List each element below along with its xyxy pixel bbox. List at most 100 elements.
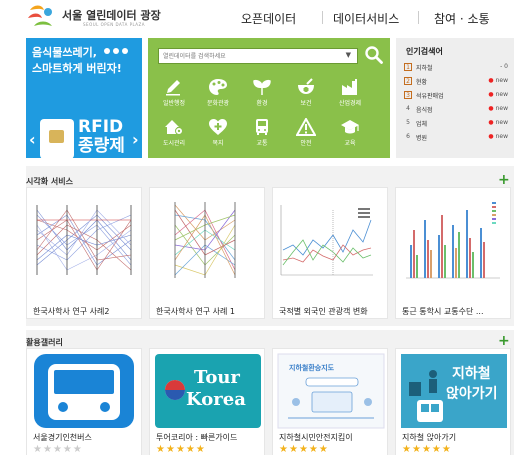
carousel-next-button[interactable]: › — [132, 130, 139, 149]
nav-participation[interactable]: 참여 · 소통 — [434, 10, 490, 27]
popular-search-item[interactable]: 2 현황 ● new — [404, 76, 508, 88]
visualization-section-title: 시각화 서비스 — [26, 177, 73, 186]
popular-search-status: new — [495, 105, 508, 112]
category-general-admin[interactable]: 일반행정 — [154, 78, 194, 114]
line-chart-thumbnail — [280, 205, 373, 276]
nav-open-data[interactable]: 오픈데이터 — [241, 10, 296, 27]
visualization-card-title: 한국사학사 연구 사례2 — [33, 307, 110, 316]
star-icon: ★ — [421, 444, 432, 455]
chevron-down-icon[interactable]: ▼ — [346, 51, 351, 59]
seoul-logo-icon — [28, 5, 52, 26]
promo-headline-2: 스마트하게 버린자! — [32, 62, 122, 75]
popular-search-status: new — [495, 119, 508, 126]
logo-title: 서울 열린데이터 광장 — [62, 9, 161, 22]
popular-search-term: 음식점 — [416, 107, 433, 114]
popular-search-item[interactable]: 6 병원 ● new — [404, 132, 508, 144]
visualization-card-title: 국적별 외국인 관광객 변화 — [279, 307, 368, 316]
site-logo[interactable]: 서울 열린데이터 광장 SEOUL OPEN DATA PLAZA — [26, 4, 166, 32]
gallery-app-card[interactable]: 지하철환승지도 지하철시민안전지킴이 ★★★★★ — [272, 348, 388, 455]
parallel-coordinates-thumbnail — [36, 205, 132, 275]
tour-korea-logo-text: Tour — [194, 367, 240, 388]
star-rating: ★★★★★ — [156, 444, 206, 455]
visualization-card[interactable]: 통근 통학시 교통수단 ... — [395, 187, 511, 319]
category-health[interactable]: 보건 — [286, 78, 326, 114]
category-industry-economy[interactable]: 산업경제 — [330, 78, 370, 114]
popular-search-trend: ● new — [488, 91, 508, 98]
category-label: 보건 — [300, 100, 312, 107]
rfid-card-icon — [40, 119, 74, 158]
popular-searches-title: 인기검색어 — [406, 47, 443, 56]
star-rating: ★★★★★ — [402, 444, 452, 455]
star-icon: ★ — [441, 444, 452, 455]
house-gear-icon — [165, 120, 183, 135]
category-urban-management[interactable]: 도시관리 — [154, 118, 194, 154]
category-label: 교육 — [344, 140, 356, 147]
popular-search-rank: 6 — [406, 133, 410, 140]
visualization-card-title: 한국사학사 연구 사례 1 — [156, 307, 235, 316]
popular-search-rank: 1 — [404, 63, 412, 71]
warning-icon — [296, 118, 316, 136]
search-box[interactable]: ▼ — [158, 48, 358, 64]
banner-title: 지하철환승지도 — [289, 364, 335, 372]
star-icon: ★ — [298, 444, 309, 455]
star-icon: ★ — [318, 444, 329, 455]
parallel-coordinates-thumbnail — [174, 202, 236, 278]
popular-search-trend: ● new — [488, 133, 508, 140]
gallery-app-title: 서울경기인천버스 — [33, 433, 92, 442]
site-header: 서울 열린데이터 광장 SEOUL OPEN DATA PLAZA 오픈데이터 … — [0, 0, 517, 36]
popular-search-item[interactable]: 5 업체 ● new — [404, 118, 508, 130]
search-icon[interactable] — [364, 45, 384, 65]
visualization-card[interactable]: 한국사학사 연구 사례 1 — [149, 187, 265, 319]
promo-banner[interactable]: 음식물쓰레기, 스마트하게 버린자! RFID 종량제 ‹ › — [26, 38, 142, 158]
search-panel: ▼ 일반행정 문화관광 환경 보건 산업경제 도시관리 복지 교통 안전 — [148, 38, 390, 158]
heart-plus-icon — [209, 119, 227, 135]
gallery-app-card[interactable]: Tour Korea 투어코리아 : 빠른가이드 ★★★★★ — [149, 348, 265, 455]
carousel-dots[interactable] — [104, 48, 128, 54]
popular-search-trend: ● new — [488, 77, 508, 84]
mortar-bowl-icon — [298, 78, 314, 94]
category-transport[interactable]: 교통 — [242, 118, 282, 154]
new-badge-dot: ● — [488, 77, 494, 84]
gallery-app-title: 지하철시민안전지킴이 — [279, 433, 353, 442]
pencil-icon — [166, 80, 180, 96]
visualization-card[interactable]: 국적별 외국인 관광객 변화 — [272, 187, 388, 319]
star-icon: ★ — [308, 444, 319, 455]
tour-korea-logo-text-2: Korea — [186, 389, 246, 410]
star-rating: ★★★★★ — [33, 444, 83, 455]
popular-search-trend: ● new — [488, 105, 508, 112]
gallery-app-title: 지하철 앉아가기 — [402, 433, 457, 442]
popular-search-item[interactable]: 3 석유판매업 ● new — [404, 90, 508, 102]
bus-app-icon — [34, 354, 134, 428]
star-rating: ★★★★★ — [279, 444, 329, 455]
star-icon: ★ — [72, 444, 83, 455]
star-icon: ★ — [175, 444, 186, 455]
star-icon: ★ — [33, 444, 43, 455]
category-education[interactable]: 교육 — [330, 118, 370, 154]
visualization-more-plus-icon[interactable]: + — [498, 173, 510, 187]
popular-search-status: new — [495, 133, 508, 140]
category-label: 산업경제 — [338, 100, 362, 107]
subway-app-title-line1: 지하철 — [452, 366, 491, 382]
gallery-more-plus-icon[interactable]: + — [498, 334, 510, 348]
category-culture-tourism[interactable]: 문화관광 — [198, 78, 238, 114]
logo-subtitle: SEOUL OPEN DATA PLAZA — [83, 22, 146, 27]
gallery-app-card[interactable]: 지하철 앉아가기 지하철 앉아가기 ★★★★★ — [395, 348, 511, 455]
search-input[interactable] — [159, 49, 329, 63]
popular-search-item[interactable]: 4 음식점 ● new — [404, 104, 508, 116]
category-welfare[interactable]: 복지 — [198, 118, 238, 154]
popular-search-trend: - 0 — [500, 63, 508, 70]
category-label: 일반행정 — [162, 100, 186, 107]
category-label: 안전 — [300, 140, 312, 147]
nav-divider — [322, 11, 323, 24]
star-icon: ★ — [52, 444, 63, 455]
carousel-prev-button[interactable]: ‹ — [29, 130, 36, 149]
new-badge-dot: ● — [488, 91, 494, 98]
gallery-app-card[interactable]: 서울경기인천버스 ★★★★★ — [26, 348, 142, 455]
category-environment[interactable]: 환경 — [242, 78, 282, 114]
category-safety[interactable]: 안전 — [286, 118, 326, 154]
popular-search-item[interactable]: 1 지하철 - 0 — [404, 62, 508, 74]
nav-data-service[interactable]: 데이터서비스 — [333, 10, 399, 27]
visualization-card[interactable]: 한국사학사 연구 사례2 — [26, 187, 142, 319]
promo-headline-1: 음식물쓰레기, — [32, 46, 97, 59]
promo-rfid-line-2: 종량제 — [78, 136, 125, 156]
